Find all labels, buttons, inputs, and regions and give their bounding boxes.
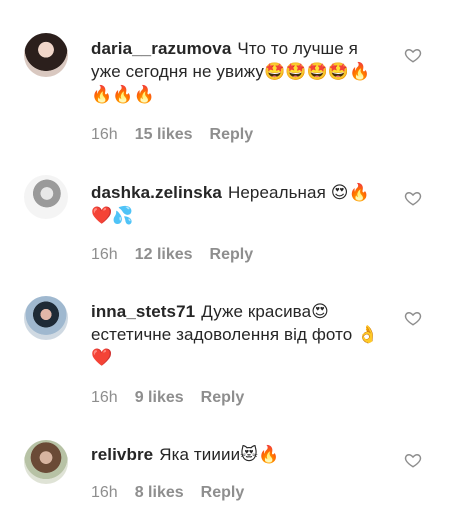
comment-username[interactable]: relivbre — [91, 445, 153, 464]
heart-icon[interactable] — [404, 451, 422, 469]
comment-meta: 16h 12 likes Reply — [91, 246, 253, 264]
avatar[interactable] — [24, 175, 68, 219]
comment-likes[interactable]: 9 likes — [135, 389, 184, 407]
comment-username[interactable]: inna_stets71 — [91, 302, 195, 321]
comment-text-block: inna_stets71 Дуже красива😍 естетичне задо… — [91, 300, 391, 369]
reply-button[interactable]: Reply — [210, 126, 254, 144]
comment-likes[interactable]: 12 likes — [135, 246, 193, 264]
heart-icon[interactable] — [404, 46, 422, 64]
comment-username[interactable]: daria__razumova — [91, 39, 231, 58]
comment-time: 16h — [91, 484, 118, 501]
avatar[interactable] — [24, 296, 68, 340]
heart-icon[interactable] — [404, 309, 422, 327]
heart-icon[interactable] — [404, 189, 422, 207]
comment-username[interactable]: dashka.zelinska — [91, 183, 222, 202]
reply-button[interactable]: Reply — [201, 484, 245, 502]
comment-time: 16h — [91, 246, 118, 263]
comment-likes[interactable]: 8 likes — [135, 484, 184, 502]
comment-time: 16h — [91, 126, 118, 143]
comment-likes[interactable]: 15 likes — [135, 126, 193, 144]
comment-meta: 16h 9 likes Reply — [91, 389, 244, 407]
comment-meta: 16h 8 likes Reply — [91, 484, 244, 502]
comment-text-block: dashka.zelinska Нереальная 😍🔥❤️💦 — [91, 181, 391, 227]
avatar[interactable] — [24, 33, 68, 77]
comment-time: 16h — [91, 389, 118, 406]
comment-text-block: daria__razumova Что то лучше я уже сегодн… — [91, 37, 391, 106]
avatar[interactable] — [24, 440, 68, 484]
reply-button[interactable]: Reply — [201, 389, 245, 407]
comment-text-block: relivbre Яка тииии😻🔥 — [91, 443, 391, 466]
comment-body: Яка тииии😻🔥 — [159, 445, 280, 464]
reply-button[interactable]: Reply — [210, 246, 254, 264]
comment-meta: 16h 15 likes Reply — [91, 126, 253, 144]
